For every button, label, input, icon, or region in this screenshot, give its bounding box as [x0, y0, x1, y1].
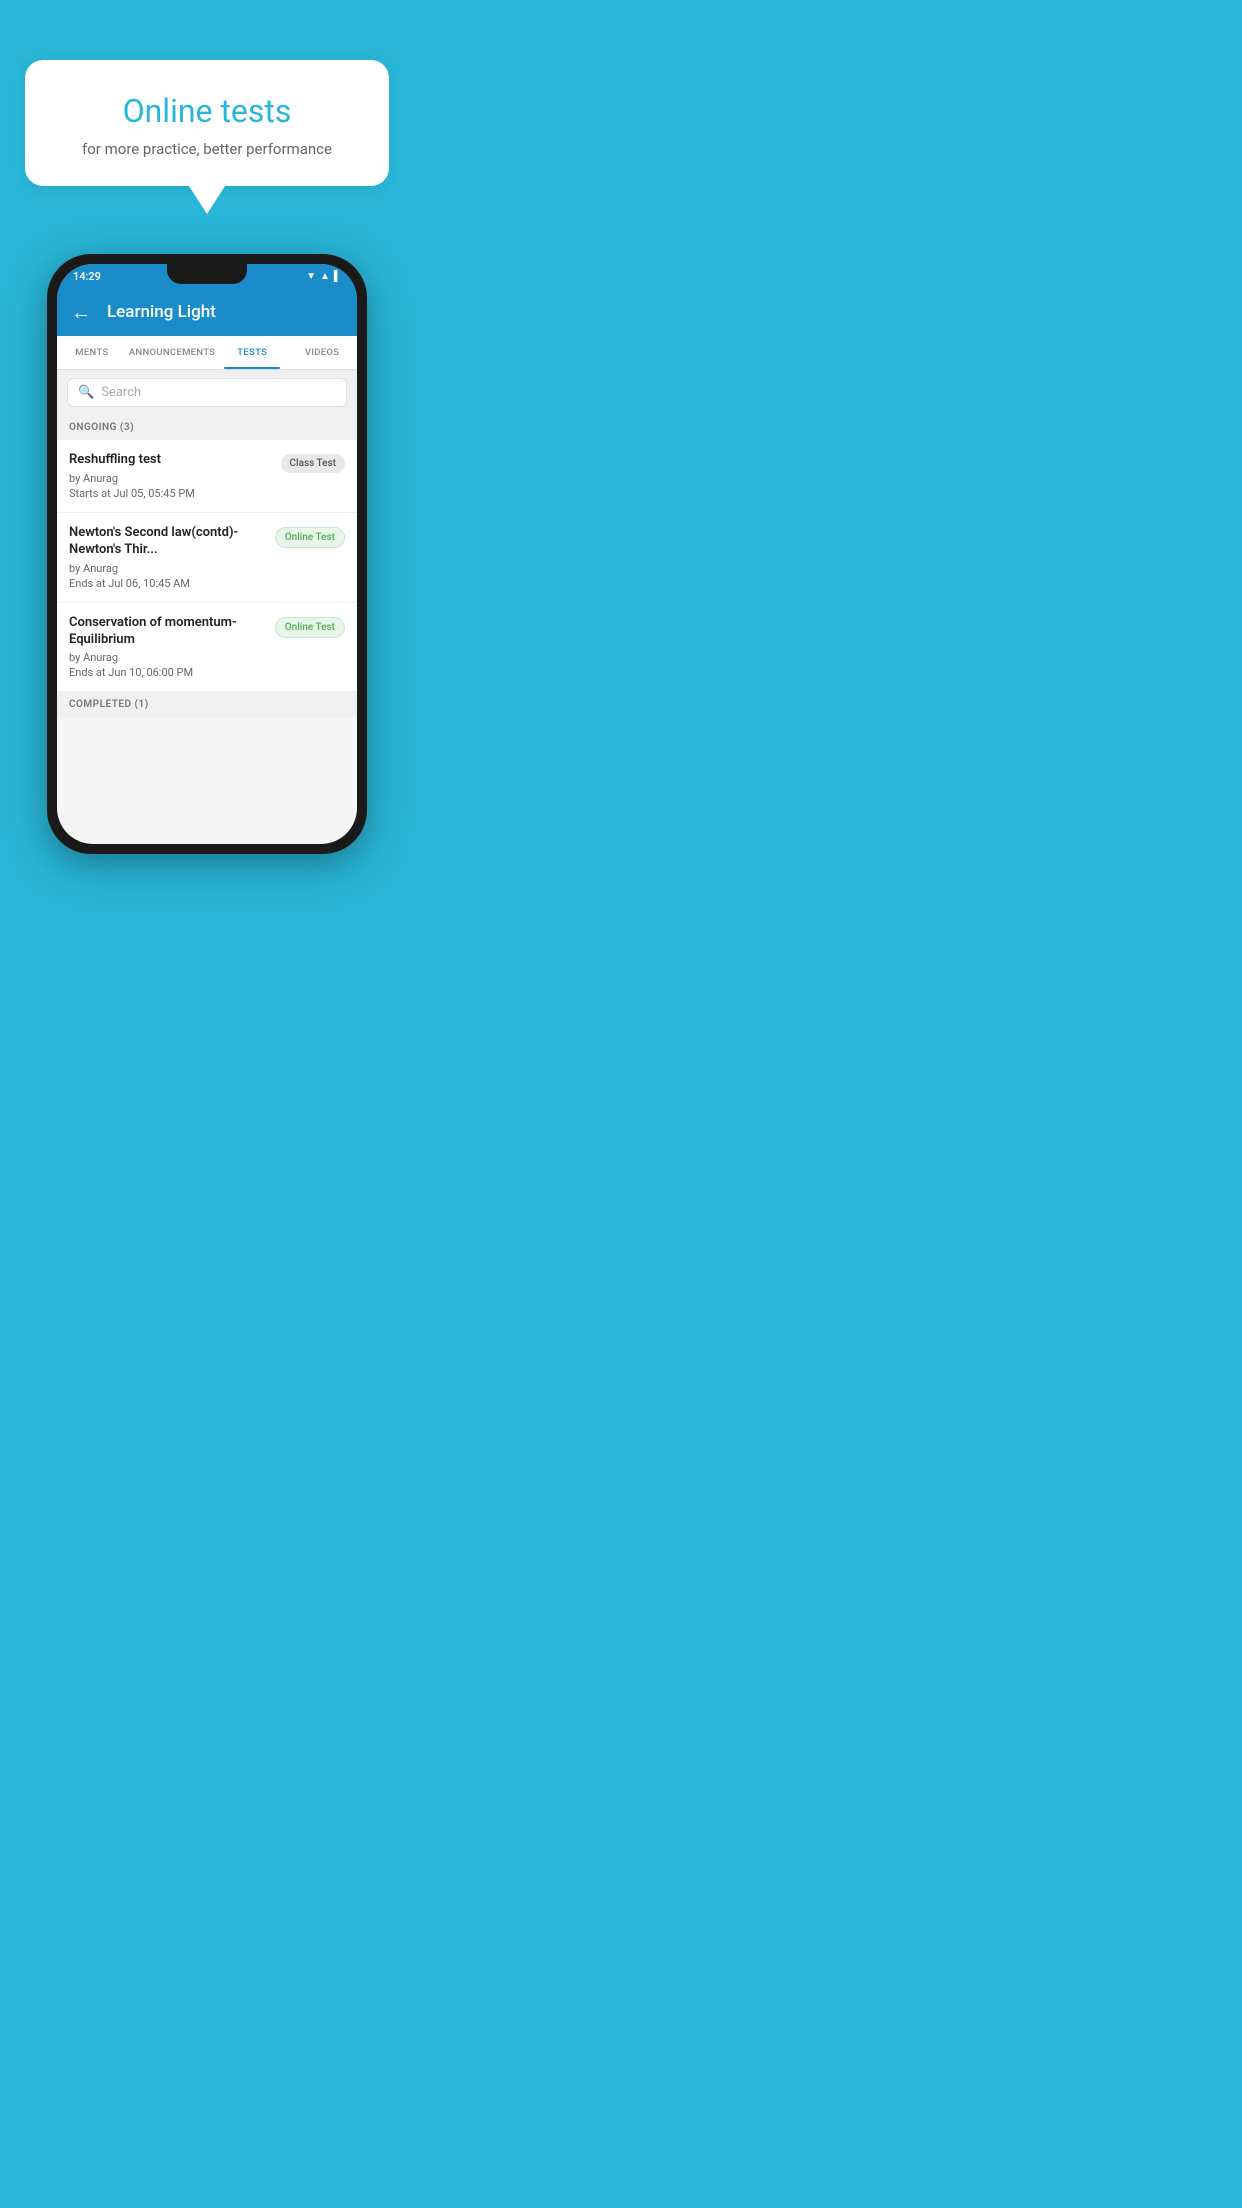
app-header: ← Learning Light	[57, 288, 357, 336]
ongoing-section-header: ONGOING (3)	[57, 415, 357, 440]
test-info-3: Conservation of momentum-Equilibrium by …	[69, 615, 267, 680]
status-time: 14:29	[73, 270, 101, 283]
test-item-2[interactable]: Newton's Second law(contd)-Newton's Thir…	[57, 513, 357, 603]
battery-icon: ▌	[334, 271, 341, 282]
promo-title: Online tests	[53, 92, 361, 130]
tab-announcements[interactable]: ANNOUNCEMENTS	[127, 336, 218, 369]
wifi-icon: ▼	[306, 271, 316, 282]
test-info-2: Newton's Second law(contd)-Newton's Thir…	[69, 525, 267, 590]
test-author-3: by Anurag	[69, 651, 267, 664]
phone-screen: 14:29 ▼ ▲ ▌ ← Learning Light MENTS ANNOU…	[57, 264, 357, 844]
test-item-3[interactable]: Conservation of momentum-Equilibrium by …	[57, 603, 357, 693]
test-date-2: Ends at Jul 06, 10:45 AM	[69, 577, 267, 590]
back-button[interactable]: ←	[71, 300, 91, 325]
search-icon: 🔍	[78, 385, 94, 400]
status-icons: ▼ ▲ ▌	[306, 271, 341, 282]
test-list: Reshuffling test by Anurag Starts at Jul…	[57, 440, 357, 692]
speech-bubble: Online tests for more practice, better p…	[25, 60, 389, 186]
test-badge-2: Online Test	[275, 527, 345, 548]
tab-videos[interactable]: VIDEOS	[287, 336, 357, 369]
test-author-1: by Anurag	[69, 472, 273, 485]
phone-notch	[167, 264, 247, 284]
test-title-3: Conservation of momentum-Equilibrium	[69, 615, 267, 649]
tabs-bar: MENTS ANNOUNCEMENTS TESTS VIDEOS	[57, 336, 357, 370]
test-badge-1: Class Test	[281, 454, 345, 473]
search-input-wrapper[interactable]: 🔍 Search	[67, 378, 347, 407]
test-title-2: Newton's Second law(contd)-Newton's Thir…	[69, 525, 267, 559]
test-badge-3: Online Test	[275, 617, 345, 638]
test-info-1: Reshuffling test by Anurag Starts at Jul…	[69, 452, 273, 500]
test-date-1: Starts at Jul 05, 05:45 PM	[69, 487, 273, 500]
test-date-3: Ends at Jun 10, 06:00 PM	[69, 666, 267, 679]
phone-frame: 14:29 ▼ ▲ ▌ ← Learning Light MENTS ANNOU…	[47, 254, 367, 854]
phone-wrapper: 14:29 ▼ ▲ ▌ ← Learning Light MENTS ANNOU…	[17, 254, 397, 854]
test-author-2: by Anurag	[69, 562, 267, 575]
tab-tests[interactable]: TESTS	[217, 336, 287, 369]
search-bar-container: 🔍 Search	[57, 370, 357, 415]
completed-section-header: COMPLETED (1)	[57, 692, 357, 717]
speech-bubble-wrapper: Online tests for more practice, better p…	[25, 60, 389, 186]
test-item-1[interactable]: Reshuffling test by Anurag Starts at Jul…	[57, 440, 357, 513]
search-placeholder: Search	[101, 385, 141, 400]
app-title: Learning Light	[107, 302, 216, 322]
test-title-1: Reshuffling test	[69, 452, 273, 469]
promo-subtitle: for more practice, better performance	[53, 140, 361, 158]
signal-icon: ▲	[320, 271, 330, 282]
tab-ments[interactable]: MENTS	[57, 336, 127, 369]
